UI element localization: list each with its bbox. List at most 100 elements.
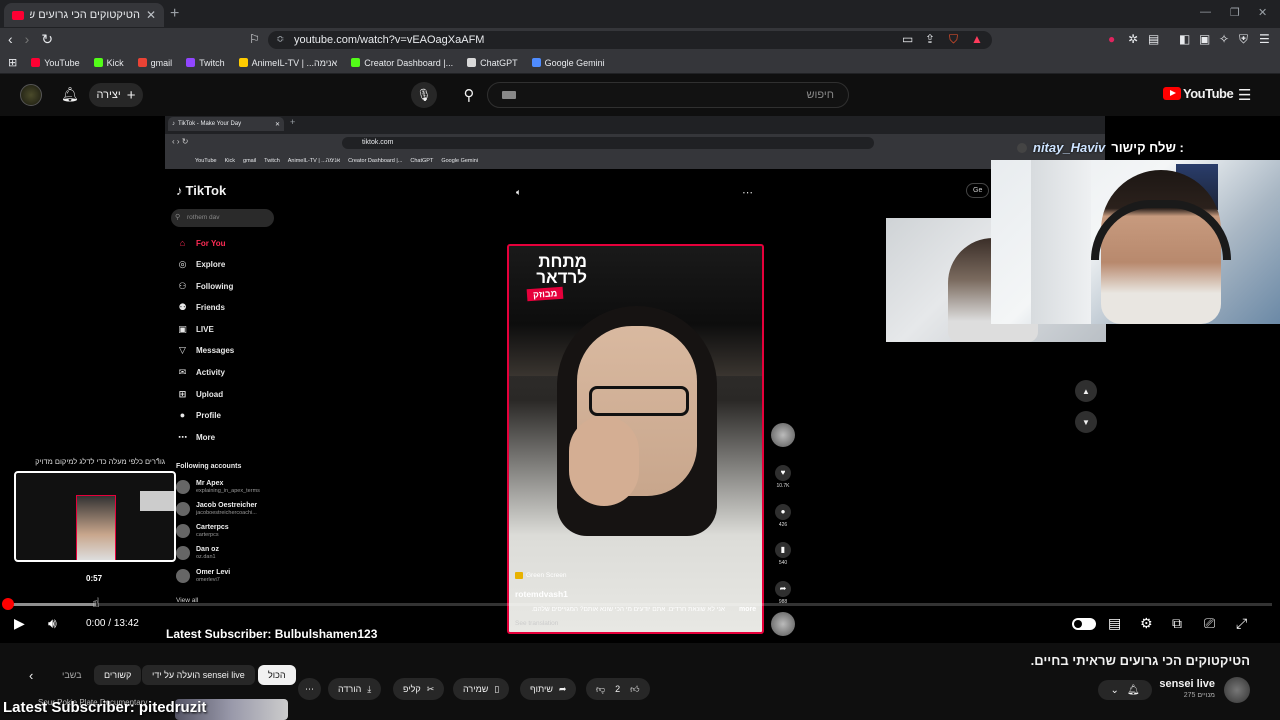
more-actions-button[interactable]: ⋯ bbox=[298, 678, 321, 700]
clip-button[interactable]: קליפ ✂ bbox=[393, 678, 445, 700]
brave-shield-icon[interactable]: ⛉ bbox=[949, 32, 958, 47]
dislike-icon[interactable]: 👎︎ bbox=[596, 684, 605, 695]
duration: 13:42 bbox=[113, 618, 139, 629]
keyboard-icon[interactable] bbox=[502, 91, 516, 99]
like-icon[interactable]: 👍︎ bbox=[630, 684, 639, 695]
bookmark-twitch[interactable]: Twitch bbox=[186, 58, 225, 68]
search-input[interactable]: חיפוש bbox=[487, 82, 849, 108]
pip-icon[interactable]: ▭ bbox=[902, 32, 913, 46]
share-action: ➦ 988 bbox=[774, 578, 792, 605]
following-account: Mr Apex explaining_in_apex_terms bbox=[176, 480, 260, 494]
channel-name[interactable]: sensei live bbox=[1115, 678, 1215, 690]
bookmark-gmail[interactable]: gmail bbox=[137, 58, 172, 68]
profile-icon: ● bbox=[179, 410, 186, 420]
fullscreen-icon[interactable]: ⤢ bbox=[1236, 615, 1247, 632]
guide-menu-icon[interactable]: ☰ bbox=[1238, 86, 1251, 104]
subtitles-icon[interactable]: ▤ bbox=[1108, 615, 1121, 632]
tiktok-search-icon: ⚲ bbox=[175, 214, 181, 221]
messages-icon: ▽ bbox=[179, 345, 186, 355]
chip-uploaded-by[interactable]: הועלה על ידי sensei live bbox=[142, 665, 255, 685]
close-tab-icon[interactable]: ✕ bbox=[146, 8, 156, 22]
chip-all[interactable]: הכול bbox=[258, 665, 296, 685]
create-button[interactable]: יצירה + bbox=[89, 83, 143, 107]
download-button[interactable]: הורדה ⤓ bbox=[328, 678, 382, 700]
tiktok-nav-for-you: ⌂ For You bbox=[177, 238, 226, 248]
progress-scrubber[interactable] bbox=[2, 598, 14, 610]
browser-tab[interactable]: הטיקטוקים הכי גרועים שראיתי ב... ✕ bbox=[4, 3, 164, 27]
notifications-bell-icon[interactable]: 🔔︎ bbox=[61, 86, 79, 103]
green-screen-tag: Green Screen bbox=[515, 572, 566, 579]
tiktok-nav-activity: ✉ Activity bbox=[177, 367, 225, 378]
close-window-icon[interactable]: ✕ bbox=[1258, 6, 1267, 19]
wallet-tab-icon[interactable]: ▣ bbox=[1199, 32, 1210, 46]
share-page-icon[interactable]: ⇪ bbox=[925, 32, 935, 46]
site-info-icon[interactable]: ≎ bbox=[276, 34, 284, 45]
channel-avatar[interactable] bbox=[1224, 677, 1250, 703]
tiktok-volume-icon: 🔈︎ bbox=[516, 187, 522, 197]
chip-partial[interactable]: בשבי bbox=[52, 665, 92, 685]
brave-rewards-icon[interactable]: ▲ bbox=[971, 32, 983, 46]
captured-close-tab-icon: ✕ bbox=[274, 121, 280, 128]
current-time: 0:00 bbox=[86, 618, 106, 629]
leo-ai-icon[interactable]: ✧ bbox=[1219, 32, 1229, 46]
youtube-logo[interactable]: YouTube bbox=[1163, 86, 1234, 101]
bookmark-chatgpt[interactable]: ChatGPT bbox=[467, 58, 518, 68]
bookmark-animeil[interactable]: AnimeIL-TV | ...אנימה bbox=[238, 58, 337, 68]
voice-search-icon[interactable]: 🎙︎ bbox=[411, 82, 437, 108]
back-icon[interactable]: ‹ bbox=[8, 31, 13, 48]
heart-icon: ♥ bbox=[775, 464, 791, 481]
video-overlay-title-line2: לרדאר bbox=[536, 268, 587, 287]
miniplayer-icon[interactable]: ⧉ bbox=[1172, 615, 1182, 632]
bookmark-gemini[interactable]: Google Gemini bbox=[531, 58, 605, 68]
maximize-icon[interactable]: ❐ bbox=[1230, 6, 1240, 19]
chips-left-chevron-icon[interactable]: ‹ bbox=[29, 668, 33, 683]
bookmark-page-icon[interactable]: ⚐ bbox=[249, 32, 260, 46]
bookmark-youtube[interactable]: YouTube bbox=[31, 58, 80, 68]
reload-icon[interactable]: ↻ bbox=[41, 31, 53, 48]
extension-record-icon[interactable]: ● bbox=[1108, 32, 1115, 46]
streamer-avatar-icon bbox=[1017, 142, 1027, 153]
like-count-yt: 2 bbox=[615, 684, 621, 694]
share-button[interactable]: שיתוף ➦ bbox=[520, 678, 577, 700]
live-icon: ▣ bbox=[178, 324, 187, 334]
bookmark-kick[interactable]: Kick bbox=[93, 58, 124, 68]
account-avatar[interactable] bbox=[20, 84, 42, 106]
captured-bookmark: Creator Dashboard |... bbox=[348, 157, 403, 164]
url-bar[interactable]: youtube.com/watch?v=vEAOagXaAFM bbox=[268, 31, 992, 49]
sidebar-icon[interactable]: ◧ bbox=[1179, 32, 1190, 46]
autoplay-toggle[interactable] bbox=[1072, 618, 1096, 630]
chip-related[interactable]: קשורים bbox=[94, 665, 142, 685]
video-subject-hand bbox=[569, 416, 639, 506]
tiktok-logo-text: TikTok bbox=[185, 183, 227, 198]
following-handle: oz.dan1 bbox=[196, 554, 216, 560]
sound-avatar bbox=[771, 612, 795, 636]
more-icon: ⋯ bbox=[178, 432, 187, 442]
vpn-icon[interactable]: ⛨ bbox=[1239, 32, 1248, 47]
following-name: Carterpcs bbox=[196, 524, 229, 531]
tiktok-nav-label: Activity bbox=[196, 368, 225, 377]
new-tab-icon[interactable]: + bbox=[170, 5, 179, 23]
play-icon[interactable]: ▶ bbox=[14, 615, 25, 632]
cast-icon[interactable]: ⎚ bbox=[1204, 615, 1215, 632]
see-translation-link: See translation bbox=[515, 620, 559, 627]
volume-icon[interactable]: 🔊︎ bbox=[48, 615, 57, 632]
search-icon[interactable]: ⚲ bbox=[452, 82, 486, 108]
menu-icon[interactable]: ☰ bbox=[1259, 32, 1270, 46]
forward-icon[interactable]: › bbox=[25, 31, 30, 48]
wallet-icon[interactable]: ▤ bbox=[1148, 32, 1159, 46]
tiktok-logo: ♪ TikTok bbox=[176, 183, 226, 198]
friends-icon: ⚉ bbox=[178, 302, 187, 312]
previous-video-icon: ▲ bbox=[1075, 380, 1097, 402]
settings-gear-icon[interactable]: ⚙ bbox=[1140, 615, 1153, 632]
minimize-icon[interactable]: — bbox=[1200, 6, 1211, 18]
following-name: Mr Apex bbox=[196, 480, 224, 487]
bookmark-creator-dashboard[interactable]: Creator Dashboard |... bbox=[351, 58, 453, 68]
apps-icon[interactable]: ⊞ bbox=[8, 56, 17, 69]
save-button[interactable]: שמירה ▯ bbox=[453, 678, 510, 700]
time-display: 0:00 / 13:42 bbox=[86, 618, 139, 629]
activity-icon: ✉ bbox=[178, 367, 187, 377]
progress-bar[interactable] bbox=[8, 603, 1272, 606]
extensions-icon[interactable]: ✲ bbox=[1128, 32, 1138, 46]
tiktok-search-input: rothem dav bbox=[171, 209, 274, 227]
share-arrow-icon: ➦ bbox=[558, 683, 567, 694]
